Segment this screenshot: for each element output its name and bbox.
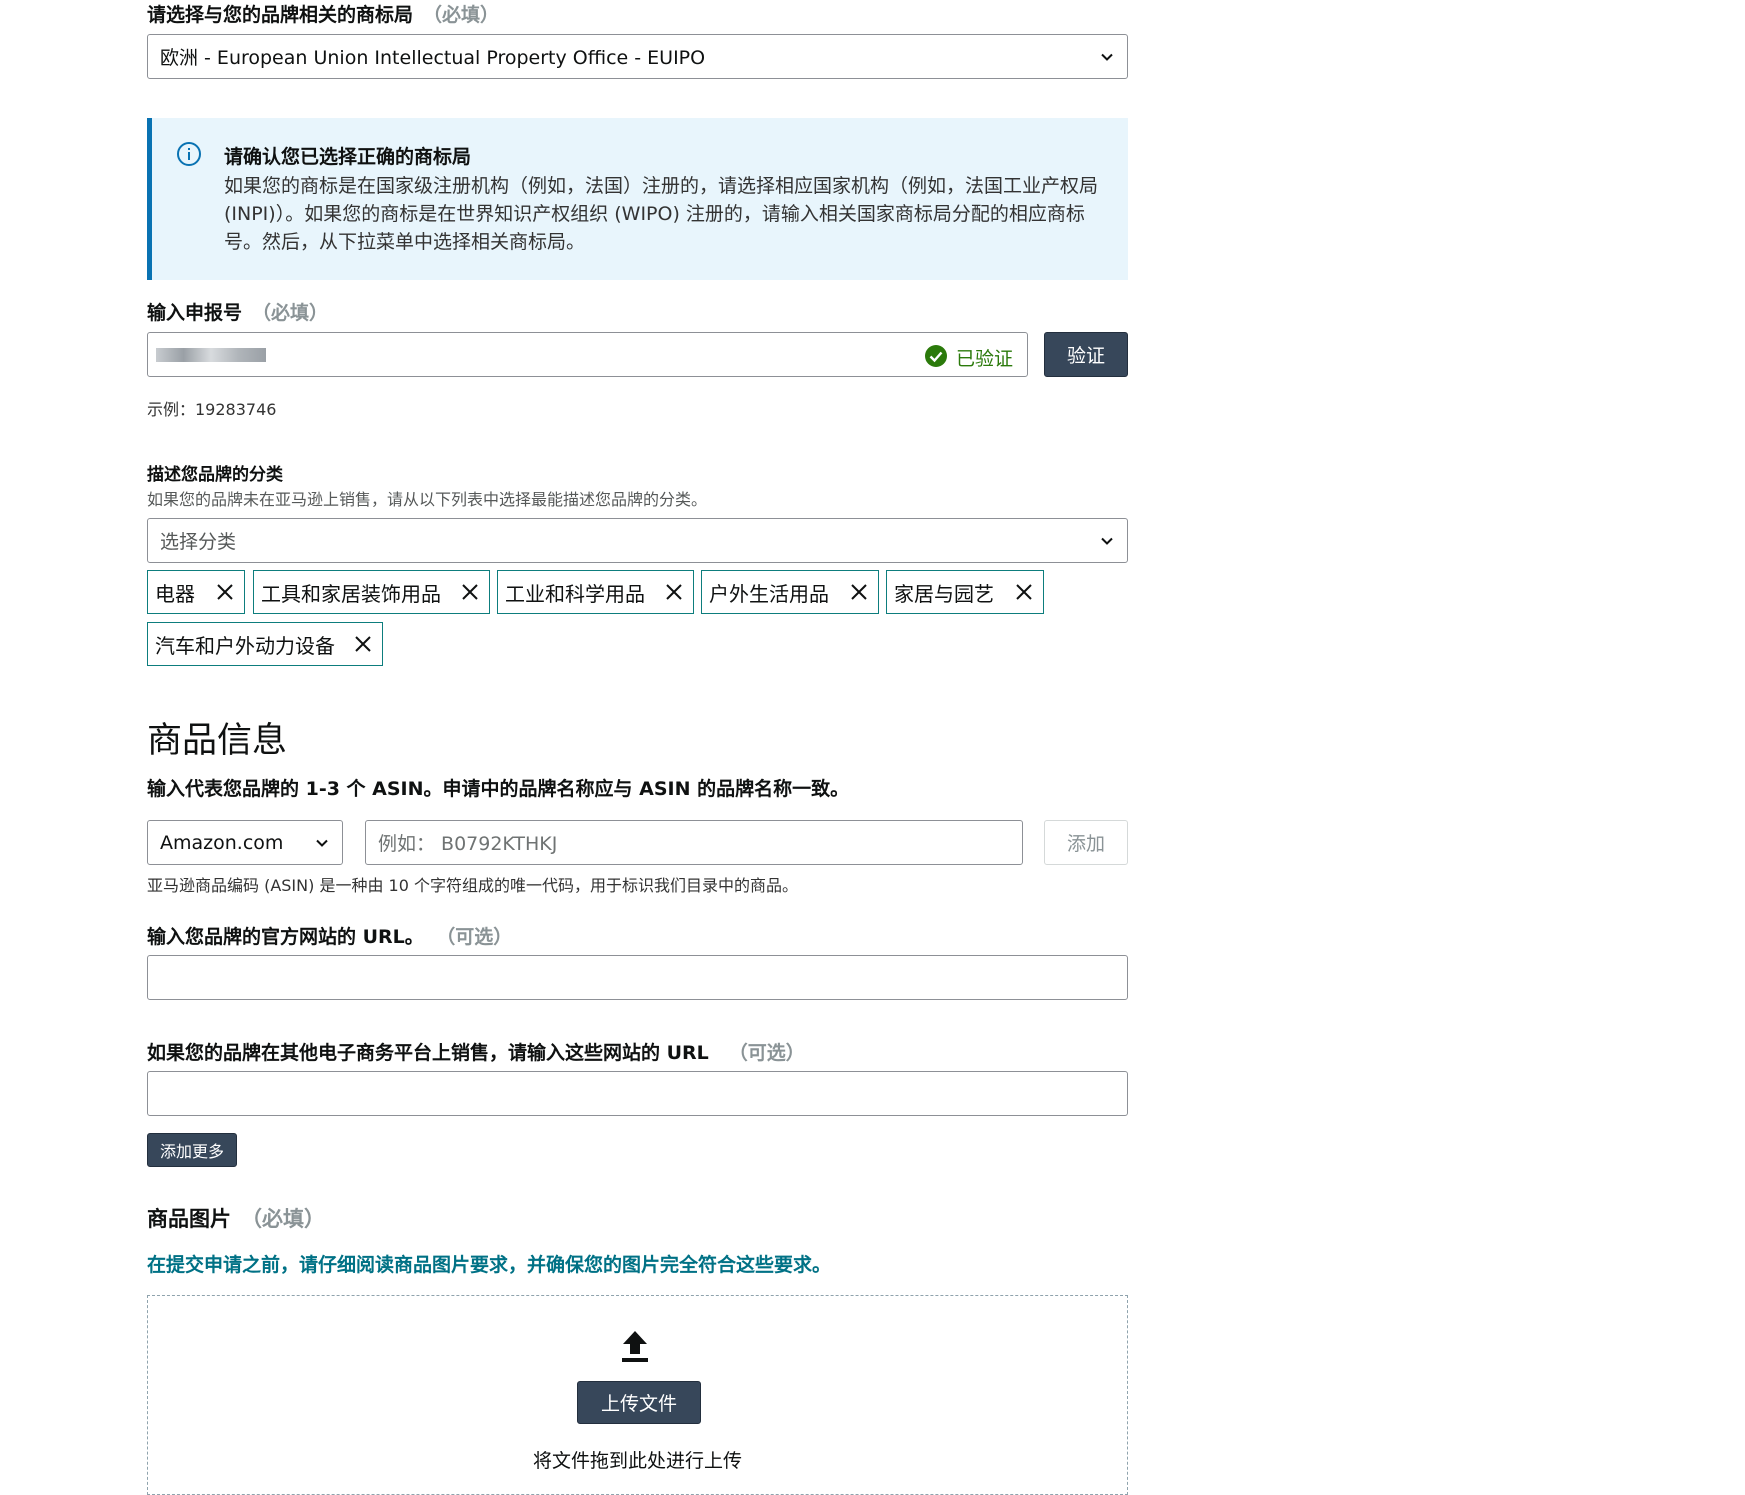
close-icon[interactable] (216, 583, 234, 601)
redacted-value (156, 348, 266, 362)
application-number-input[interactable]: 已验证 (147, 332, 1028, 377)
chevron-down-icon (1101, 53, 1113, 61)
marketplace-value: Amazon.com (160, 831, 284, 854)
required-marker: （必填） (252, 302, 329, 324)
close-icon[interactable] (850, 583, 868, 601)
category-select[interactable]: 选择分类 (147, 518, 1128, 563)
asin-input[interactable]: 例如： B0792KTHKJ (365, 820, 1023, 865)
trademark-office-label: 请选择与您的品牌相关的商标局 （必填） (147, 4, 500, 26)
chevron-down-icon (1101, 537, 1113, 545)
category-tag: 工业和科学用品 (497, 570, 694, 614)
trademark-office-select[interactable]: 欧洲 - European Union Intellectual Propert… (147, 34, 1128, 79)
close-icon[interactable] (1015, 583, 1033, 601)
website-url-input[interactable] (147, 955, 1128, 1000)
category-label: 描述您品牌的分类 (147, 465, 283, 485)
upload-file-button[interactable]: 上传文件 (577, 1381, 701, 1424)
category-tag: 汽车和户外动力设备 (147, 622, 383, 666)
info-icon (177, 142, 201, 166)
optional-marker: （可选） (445, 926, 513, 948)
image-requirements-link[interactable]: 在提交申请之前，请仔细阅读商品图片要求，并确保您的图片完全符合这些要求。 (147, 1250, 831, 1277)
category-tag: 户外生活用品 (701, 570, 879, 614)
asin-label: 输入代表您品牌的 1-3 个 ASIN。申请中的品牌名称应与 ASIN 的品牌名… (147, 778, 850, 800)
add-more-button[interactable]: 添加更多 (147, 1133, 237, 1167)
ecommerce-url-input[interactable] (147, 1071, 1128, 1116)
asin-placeholder: 例如： B0792KTHKJ (378, 833, 558, 855)
marketplace-select[interactable]: Amazon.com (147, 820, 343, 865)
upload-icon (622, 1331, 648, 1362)
images-label: 商品图片 （必填） (147, 1207, 325, 1231)
trademark-office-value: 欧洲 - European Union Intellectual Propert… (160, 47, 706, 69)
info-title: 请确认您已选择正确的商标局 (224, 146, 472, 168)
verify-button[interactable]: 验证 (1044, 332, 1128, 377)
add-asin-button[interactable]: 添加 (1044, 820, 1128, 865)
website-label: 输入您品牌的官方网站的 URL。 （可选） (147, 926, 513, 948)
file-dropzone[interactable]: 上传文件 将文件拖到此处进行上传 (147, 1295, 1128, 1495)
info-body: 如果您的商标是在国家级注册机构（例如，法国）注册的，请选择相应国家机构（例如，法… (224, 175, 1099, 253)
chevron-down-icon (316, 839, 328, 847)
category-tag: 家居与园艺 (886, 570, 1044, 614)
verified-status: 已验证 (956, 348, 1014, 370)
check-circle-icon (925, 345, 947, 367)
category-tag: 电器 (147, 570, 245, 614)
ecommerce-label: 如果您的品牌在其他电子商务平台上销售，请输入这些网站的 URL （可选） (147, 1042, 805, 1064)
required-marker: （必填） (423, 4, 500, 26)
close-icon[interactable] (665, 583, 683, 601)
example-text: 示例：19283746 (147, 400, 277, 419)
category-tag: 工具和家居装饰用品 (253, 570, 490, 614)
application-number-label: 输入申报号 （必填） (147, 302, 329, 324)
info-alert: 请确认您已选择正确的商标局 如果您的商标是在国家级注册机构（例如，法国）注册的，… (147, 118, 1128, 280)
close-icon[interactable] (354, 635, 372, 653)
product-info-heading: 商品信息 (147, 721, 288, 761)
close-icon[interactable] (461, 583, 479, 601)
drop-text: 将文件拖到此处进行上传 (532, 1450, 742, 1472)
category-helper: 如果您的品牌未在亚马逊上销售，请从以下列表中选择最能描述您品牌的分类。 (147, 490, 708, 509)
asin-helper: 亚马逊商品编码 (ASIN) 是一种由 10 个字符组成的唯一代码，用于标识我们… (147, 876, 798, 895)
optional-marker: （可选） (728, 1042, 805, 1064)
category-placeholder: 选择分类 (160, 531, 237, 553)
required-marker: （必填） (241, 1207, 325, 1231)
